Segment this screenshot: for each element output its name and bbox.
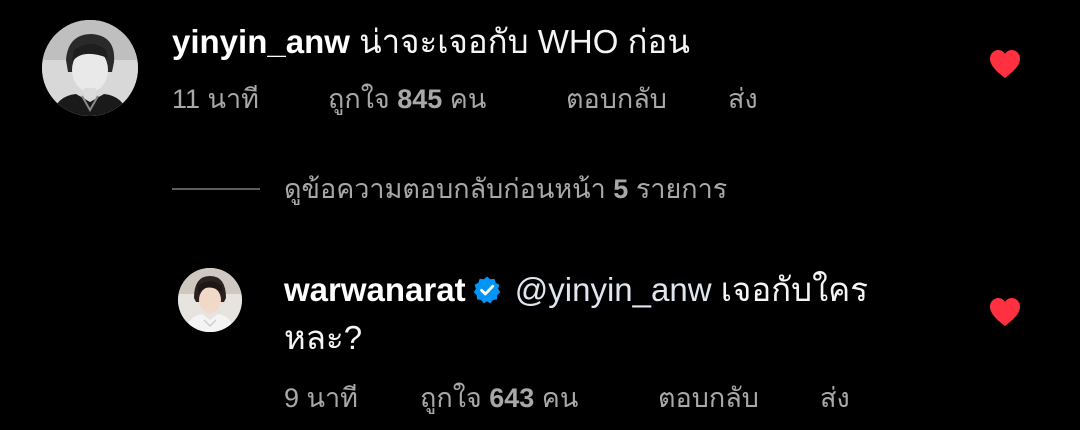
- comment-meta: 11 นาที ถูกใจ 845 คน ตอบกลับ ส่ง: [172, 82, 872, 116]
- likes-prefix: ถูกใจ: [328, 84, 390, 114]
- comment-text: น่าจะเจอกับ WHO ก่อน: [359, 23, 690, 60]
- avatar-photo-icon: [42, 20, 138, 116]
- mention-link[interactable]: @yinyin_anw: [515, 271, 712, 308]
- heart-filled-icon: [990, 50, 1020, 78]
- likes-number: 643: [489, 383, 535, 413]
- likes-count-link[interactable]: ถูกใจ 643 คน: [420, 381, 578, 415]
- comment-time: 11 นาที: [172, 84, 259, 114]
- comment-time: 9 นาที: [284, 383, 358, 413]
- view-replies-count: 5: [613, 174, 629, 204]
- reply-button[interactable]: ตอบกลับ: [566, 82, 667, 116]
- heart-filled-icon: [990, 298, 1020, 326]
- comment-body: yinyin_anw น่าจะเจอกับ WHO ก่อน: [172, 18, 690, 66]
- comment-text-line1: เจอกับใคร: [720, 271, 868, 308]
- send-button[interactable]: ส่ง: [820, 381, 850, 415]
- comment-body: warwanarat @yinyin_anw เจอกับใคร หละ?: [284, 266, 944, 362]
- send-button[interactable]: ส่ง: [728, 82, 758, 116]
- likes-suffix: คน: [541, 383, 579, 413]
- verified-badge-icon: [472, 275, 502, 305]
- comment-username[interactable]: warwanarat: [284, 271, 466, 308]
- comment-text-line2: หละ?: [284, 319, 363, 356]
- like-button[interactable]: [988, 296, 1022, 328]
- avatar[interactable]: [42, 20, 138, 116]
- likes-count-link[interactable]: ถูกใจ 845 คน: [328, 82, 486, 116]
- view-replies-prefix: ดูข้อความตอบกลับก่อนหน้า: [284, 174, 606, 204]
- likes-suffix: คน: [449, 84, 487, 114]
- view-previous-replies-button[interactable]: ดูข้อความตอบกลับก่อนหน้า 5 รายการ: [172, 170, 972, 210]
- comment-meta: 9 นาที ถูกใจ 643 คน ตอบกลับ ส่ง: [284, 381, 984, 415]
- view-replies-label: ดูข้อความตอบกลับก่อนหน้า 5 รายการ: [284, 172, 727, 206]
- likes-number: 845: [397, 84, 443, 114]
- view-replies-suffix: รายการ: [635, 174, 728, 204]
- likes-prefix: ถูกใจ: [420, 383, 482, 413]
- avatar[interactable]: [178, 268, 242, 332]
- avatar-photo-icon: [178, 268, 242, 332]
- divider-line: [172, 188, 260, 190]
- like-button[interactable]: [988, 48, 1022, 80]
- comment-username[interactable]: yinyin_anw: [172, 23, 350, 60]
- reply-button[interactable]: ตอบกลับ: [658, 381, 759, 415]
